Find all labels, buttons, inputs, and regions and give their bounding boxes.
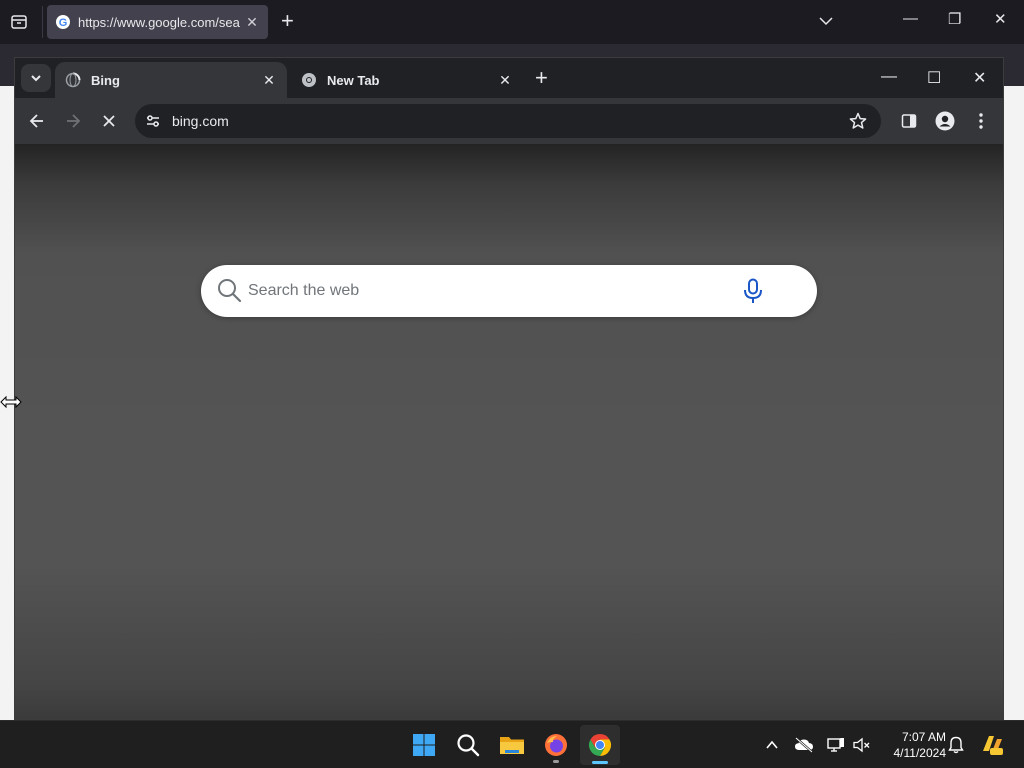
site-info-icon[interactable] (145, 113, 161, 129)
divider (42, 6, 43, 38)
close-button[interactable]: ✕ (994, 10, 1007, 28)
loading-globe-icon (65, 72, 81, 88)
microphone-icon[interactable] (742, 278, 764, 304)
taskbar-search-button[interactable] (448, 725, 488, 765)
chevron-up-icon (766, 740, 778, 749)
google-icon: G (56, 15, 70, 29)
taskbar: 7:07 AM 4/11/2024 (0, 720, 1024, 768)
running-indicator (553, 760, 559, 763)
star-icon[interactable] (849, 112, 867, 130)
background-tab-bar: G https://www.google.com/search ✕ + — ❐ … (0, 0, 1024, 44)
close-button[interactable]: ✕ (973, 68, 986, 88)
bell-icon (948, 736, 964, 754)
copilot-icon (983, 736, 1003, 755)
toolbar: bing.com (15, 98, 1003, 144)
start-icon (413, 734, 435, 756)
forward-button[interactable] (63, 111, 83, 131)
minimize-button[interactable]: — (881, 68, 897, 86)
address-text: bing.com (172, 113, 229, 129)
menu-button[interactable] (971, 111, 991, 131)
show-hidden-icons-button[interactable] (762, 735, 782, 755)
chrome-window: Bing ✕ New Tab ✕ + — ☐ ✕ bing.com Search… (14, 57, 1004, 720)
tab-search-button[interactable] (21, 64, 51, 92)
clock[interactable]: 7:07 AM 4/11/2024 (880, 729, 947, 761)
search-icon[interactable] (216, 277, 242, 303)
chevron-down-icon (31, 75, 41, 82)
arrow-left-icon (29, 114, 43, 128)
speaker-muted-icon (853, 737, 870, 753)
chrome-button[interactable] (580, 725, 620, 765)
firefox-icon (545, 734, 567, 756)
notifications-button[interactable] (946, 735, 966, 755)
time-text: 7:07 AM (901, 730, 946, 744)
maximize-button[interactable]: ☐ (927, 68, 941, 88)
tab-bing[interactable]: Bing ✕ (55, 62, 287, 98)
tab-title: Bing (91, 72, 120, 88)
new-tab-button[interactable]: + (281, 10, 294, 32)
restore-button[interactable]: ❐ (948, 10, 961, 28)
search-box[interactable] (201, 265, 817, 317)
tab-new-tab[interactable]: New Tab ✕ (291, 62, 523, 98)
page-content (15, 144, 1003, 719)
new-tab-button[interactable]: + (535, 65, 548, 91)
chrome-icon (588, 734, 612, 756)
date-text: 4/11/2024 (893, 746, 947, 760)
more-vert-icon (979, 113, 983, 129)
arrow-right-icon (67, 114, 81, 128)
resize-cursor-icon (0, 395, 22, 409)
profile-icon (935, 111, 955, 131)
stop-button[interactable] (99, 111, 119, 131)
cloud-off-icon (795, 737, 813, 753)
firefox-button[interactable] (536, 725, 576, 765)
start-button[interactable] (404, 725, 444, 765)
svg-text:G: G (59, 17, 68, 29)
close-icon (103, 115, 115, 127)
copilot-preview-button[interactable] (980, 733, 1004, 757)
background-tab-google[interactable]: G https://www.google.com/search ✕ (47, 5, 268, 39)
active-indicator (592, 761, 608, 764)
chrome-icon (302, 73, 316, 87)
close-icon[interactable]: ✕ (497, 72, 513, 89)
tab-title: New Tab (327, 72, 380, 88)
volume-button[interactable] (852, 735, 872, 755)
side-panel-icon (901, 114, 917, 128)
address-bar[interactable]: bing.com (135, 104, 881, 138)
file-explorer-button[interactable] (492, 725, 532, 765)
close-icon[interactable]: ✕ (244, 14, 260, 31)
profile-button[interactable] (935, 111, 955, 131)
close-icon[interactable]: ✕ (261, 72, 277, 89)
network-icon (827, 738, 844, 752)
tab-title: https://www.google.com/search (78, 14, 240, 30)
onedrive-button[interactable] (794, 735, 814, 755)
network-button[interactable] (826, 735, 846, 755)
side-panel-button[interactable] (899, 111, 919, 131)
search-input[interactable] (248, 280, 718, 302)
search-icon (457, 734, 480, 757)
list-all-tabs-icon[interactable] (10, 13, 28, 31)
chevron-down-icon[interactable] (818, 13, 834, 29)
minimize-button[interactable]: — (903, 10, 918, 27)
back-button[interactable] (27, 111, 47, 131)
file-explorer-icon (500, 737, 524, 754)
tab-strip: Bing ✕ New Tab ✕ + — ☐ ✕ (15, 58, 1003, 98)
